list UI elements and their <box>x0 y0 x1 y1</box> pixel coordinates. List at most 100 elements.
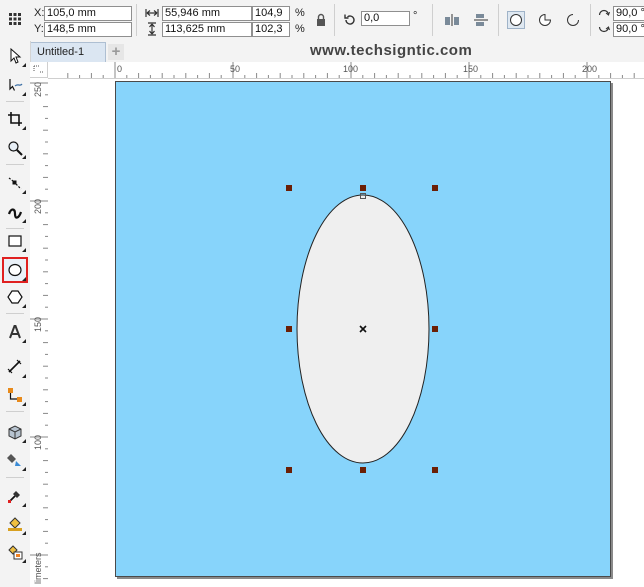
eyedropper-icon[interactable] <box>4 485 26 507</box>
arc-mode-button[interactable] <box>564 11 582 29</box>
scale-y-field[interactable]: 102,3 <box>252 22 290 37</box>
flyout-arrow-icon <box>22 374 26 378</box>
flyout-arrow-icon <box>22 402 26 406</box>
flyout-arrow-icon <box>22 126 26 130</box>
ruler-label: 100 <box>33 434 43 450</box>
lock-ratio-button[interactable] <box>312 11 330 29</box>
document-tab-bar: Untitled-1 + www.techsigntic.com <box>30 41 644 62</box>
mirror-vertical-icon[interactable] <box>472 11 490 29</box>
shape-tool-icon[interactable] <box>4 74 26 96</box>
percent-label: % <box>295 7 305 19</box>
ruler-label: 150 <box>33 316 43 332</box>
end-angle-icon <box>598 23 610 35</box>
ellipse-tool-icon[interactable] <box>2 257 28 283</box>
separator <box>6 101 24 102</box>
horizontal-ruler[interactable]: 0 50 100 150 200 <box>48 62 644 79</box>
separator <box>6 411 24 412</box>
object-height-field[interactable]: 113,625 mm <box>162 22 252 37</box>
flyout-arrow-icon <box>22 92 26 96</box>
ruler-label: 200 <box>33 198 43 214</box>
pie-mode-button[interactable] <box>536 11 554 29</box>
flyout-arrow-icon <box>22 155 26 159</box>
drawing-canvas[interactable] <box>48 79 644 587</box>
separator <box>136 4 137 36</box>
flyout-arrow-icon <box>22 277 26 281</box>
flyout-arrow-icon <box>22 531 26 535</box>
flyout-arrow-icon <box>22 63 26 67</box>
smart-fill-icon[interactable] <box>4 541 26 563</box>
flyout-arrow-icon <box>22 439 26 443</box>
separator <box>590 4 591 36</box>
y-label: Y: <box>34 23 44 35</box>
flyout-arrow-icon <box>22 248 26 252</box>
artistic-media-icon[interactable] <box>4 201 26 223</box>
start-angle-field[interactable]: 90,0 ° <box>613 6 644 21</box>
ruler-origin[interactable] <box>30 62 48 78</box>
vertical-ruler[interactable]: 250 200 150 100 limeters <box>30 78 49 587</box>
interactive-effects-icon[interactable] <box>4 421 26 443</box>
rotation-angle-field[interactable]: 0,0 <box>361 11 410 26</box>
ruler-label: 0 <box>117 64 123 74</box>
object-origin-icon[interactable] <box>6 10 24 28</box>
resize-handle-n[interactable] <box>360 185 366 191</box>
toolbox <box>0 41 31 587</box>
width-icon <box>145 7 159 19</box>
separator <box>6 313 24 314</box>
resize-handle-nw[interactable] <box>286 185 292 191</box>
flyout-arrow-icon <box>22 219 26 223</box>
fill-icon[interactable] <box>4 513 26 535</box>
freehand-tool-icon[interactable] <box>4 172 26 194</box>
separator <box>6 228 24 229</box>
mirror-horizontal-icon[interactable] <box>443 11 461 29</box>
flyout-arrow-icon <box>22 467 26 471</box>
polygon-tool-icon[interactable] <box>4 286 26 308</box>
resize-handle-s[interactable] <box>360 467 366 473</box>
transparency-icon[interactable] <box>4 449 26 471</box>
connector-icon[interactable] <box>4 384 26 406</box>
parallel-dimension-icon[interactable] <box>4 356 26 378</box>
object-width-field[interactable]: 55,946 mm <box>162 6 252 21</box>
flyout-arrow-icon <box>22 559 26 563</box>
x-label: X: <box>34 7 45 19</box>
flyout-arrow-icon <box>22 339 26 343</box>
scale-x-field[interactable]: 104,9 <box>252 6 290 21</box>
ruler-label: 150 <box>463 64 479 74</box>
text-tool-icon[interactable] <box>4 321 26 343</box>
ruler-units-label: limeters <box>33 552 43 584</box>
ruler-label: 50 <box>230 64 241 74</box>
rotate-icon <box>341 11 359 29</box>
ellipse-mode-button[interactable] <box>507 11 525 29</box>
ruler-label: 200 <box>582 64 598 74</box>
rectangle-tool-icon[interactable] <box>4 230 26 252</box>
ruler-label: 100 <box>343 64 359 74</box>
separator <box>6 164 24 165</box>
separator <box>498 4 499 36</box>
zoom-tool-icon[interactable] <box>4 137 26 159</box>
separator <box>432 4 433 36</box>
resize-handle-e[interactable] <box>432 326 438 332</box>
resize-handle-ne[interactable] <box>432 185 438 191</box>
tab-untitled-1[interactable]: Untitled-1 <box>30 42 106 62</box>
separator <box>6 477 24 478</box>
resize-handle-w[interactable] <box>286 326 292 332</box>
height-icon <box>146 22 158 36</box>
y-position-field[interactable]: 148,5 mm <box>44 22 132 37</box>
percent-label: % <box>295 23 305 35</box>
pick-tool-icon[interactable] <box>4 45 26 67</box>
ruler-label: 250 <box>33 81 43 97</box>
property-bar: X: 105,0 mm Y: 148,5 mm 55,946 mm 113,62… <box>0 0 644 42</box>
add-tab-button[interactable]: + <box>108 44 124 60</box>
resize-handle-se[interactable] <box>432 467 438 473</box>
x-position-field[interactable]: 105,0 mm <box>44 6 132 21</box>
flyout-arrow-icon <box>22 503 26 507</box>
start-angle-icon <box>598 7 610 19</box>
resize-handle-sw[interactable] <box>286 467 292 473</box>
end-angle-field[interactable]: 90,0 ° <box>613 22 644 37</box>
selection-overlay <box>286 185 438 473</box>
flyout-arrow-icon <box>22 190 26 194</box>
separator <box>334 4 335 36</box>
degree-label: ° <box>413 10 418 22</box>
watermark-text: www.techsigntic.com <box>310 42 473 59</box>
crop-tool-icon[interactable] <box>4 108 26 130</box>
ruler-ticks <box>30 82 48 580</box>
